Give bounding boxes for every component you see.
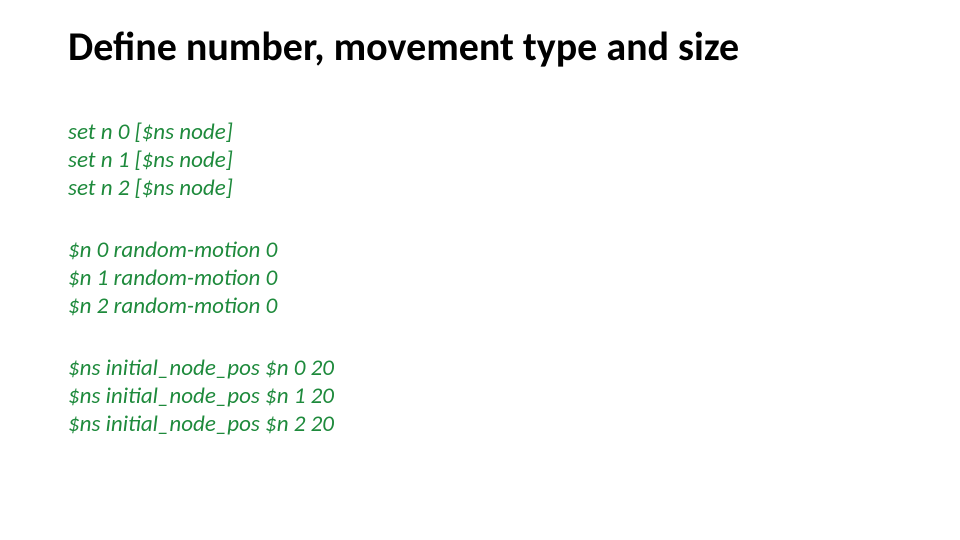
code-line: $ns initial_node_pos $n 0 20 — [68, 354, 892, 382]
code-line: $ns initial_node_pos $n 2 20 — [68, 410, 892, 438]
slide-title: Define number, movement type and size — [68, 24, 892, 70]
code-group-random-motion: $n 0 random-motion 0 $n 1 random-motion … — [68, 236, 892, 320]
code-line: $ns initial_node_pos $n 1 20 — [68, 382, 892, 410]
code-line: $n 0 random-motion 0 — [68, 236, 892, 264]
code-line: set n 0 [$ns node] — [68, 118, 892, 146]
code-line: set n 2 [$ns node] — [68, 174, 892, 202]
code-line: set n 1 [$ns node] — [68, 146, 892, 174]
code-group-set-nodes: set n 0 [$ns node] set n 1 [$ns node] se… — [68, 118, 892, 202]
slide: Define number, movement type and size se… — [0, 0, 960, 540]
code-line: $n 1 random-motion 0 — [68, 264, 892, 292]
code-group-initial-pos: $ns initial_node_pos $n 0 20 $ns initial… — [68, 354, 892, 438]
code-line: $n 2 random-motion 0 — [68, 292, 892, 320]
